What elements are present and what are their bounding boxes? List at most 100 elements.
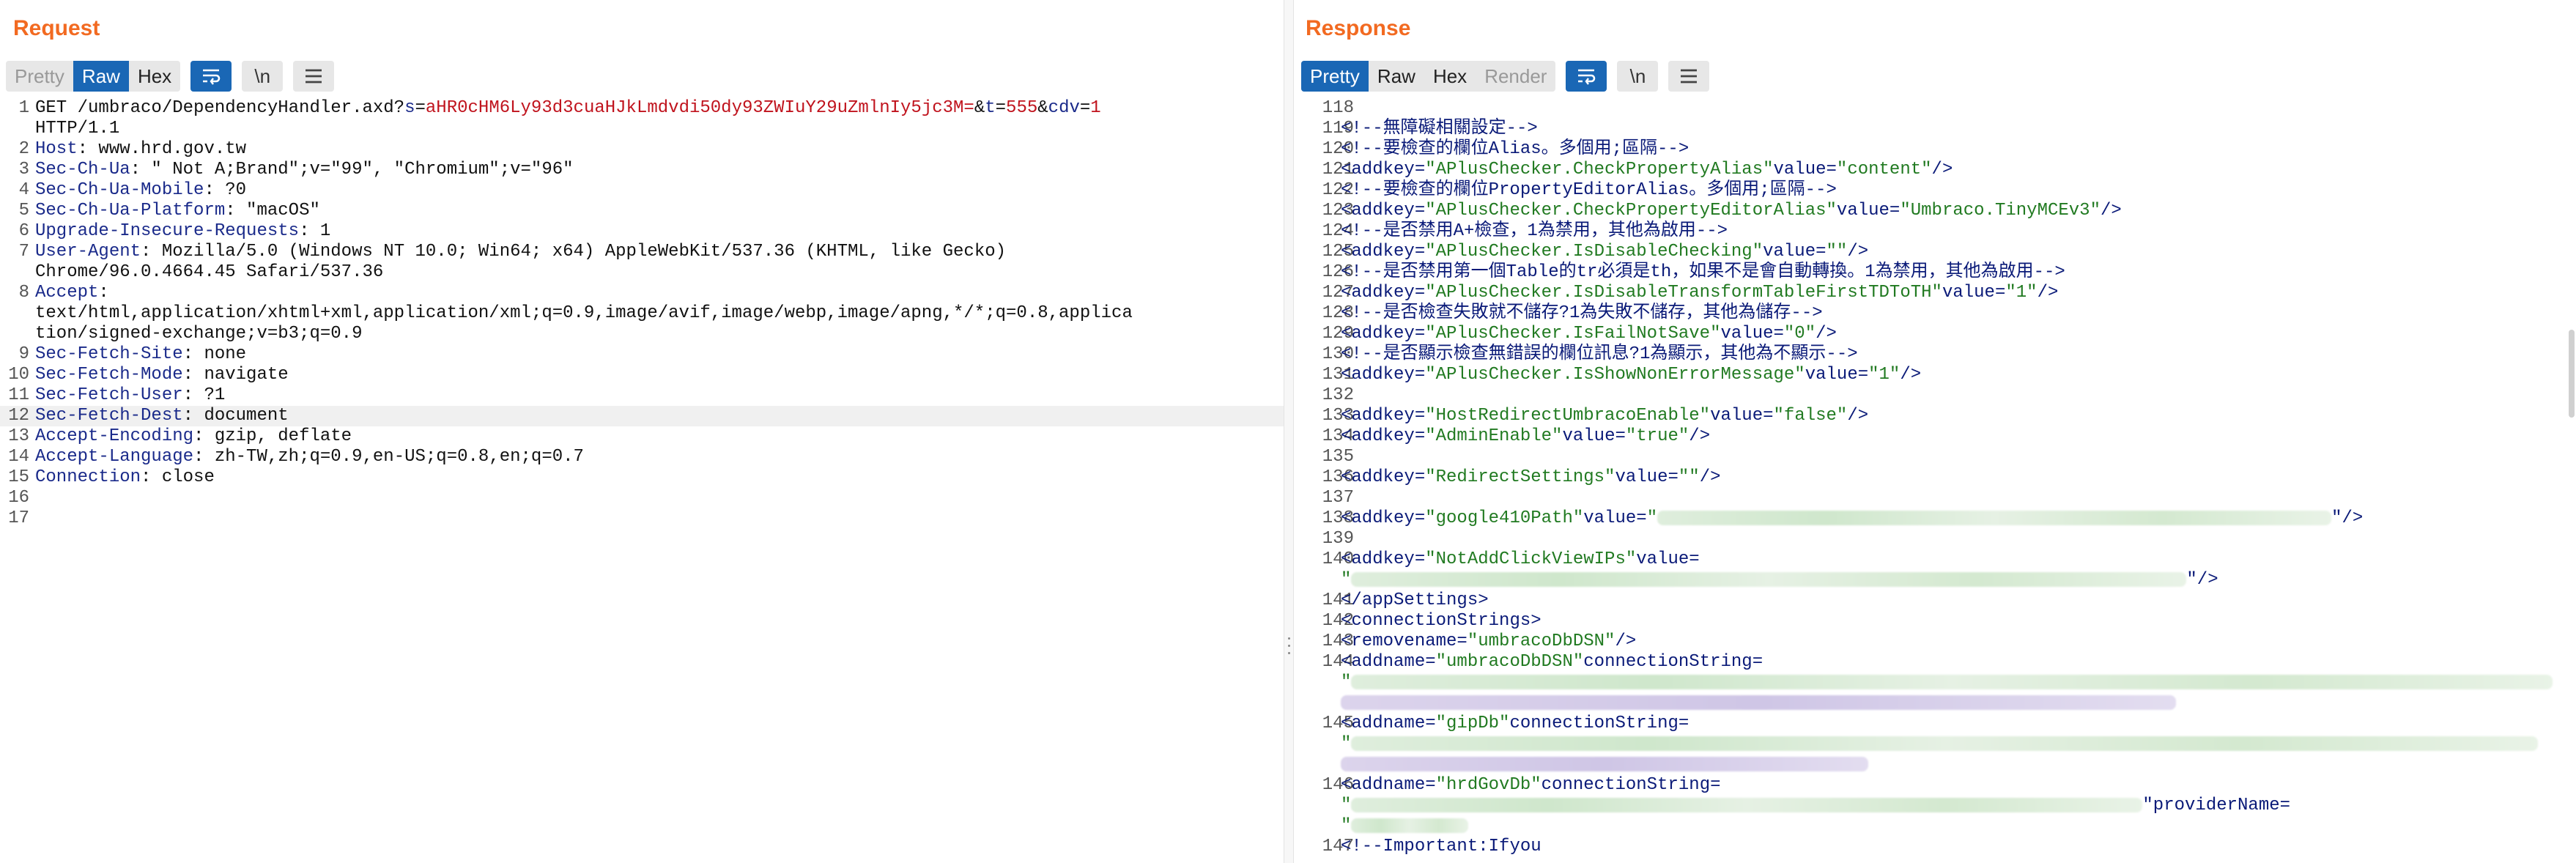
- code-line[interactable]: 123 <addkey="APlusChecker.CheckPropertyEd…: [1294, 201, 2576, 221]
- code-line[interactable]: HTTP/1.1: [0, 119, 1284, 139]
- code-line[interactable]: 10 Sec-Fetch-Mode: navigate: [0, 365, 1284, 385]
- response-editor[interactable]: 118 119 <!--無障礙相關設定--> 120 <!--要檢查的欄位Alias。多…: [1294, 98, 2576, 863]
- code-line[interactable]: 127 <addkey="APlusChecker.IsDisableTransf…: [1294, 283, 2576, 303]
- code-line[interactable]: 144 <addname="umbracoDbDSN"connectionStri…: [1294, 652, 2576, 673]
- line-content: <addkey="APlusChecker.IsFailNotSave"valu…: [1341, 324, 1837, 344]
- code-line[interactable]: " "providerName=: [1294, 796, 2576, 816]
- line-content: Accept:: [35, 283, 109, 303]
- code-line[interactable]: 118: [1294, 98, 2576, 119]
- code-line[interactable]: 124 <!--是否禁用A+檢查，1為禁用，其他為啟用-->: [1294, 221, 2576, 242]
- line-content: <addkey="google410Path"value=" "/>: [1341, 508, 2363, 529]
- code-line[interactable]: [1294, 755, 2576, 775]
- line-content: <!--要檢查的欄位PropertyEditorAlias。多個用;區隔-->: [1341, 180, 1837, 201]
- code-line[interactable]: 128 <!--是否檢查失敗就不儲存?1為失敗不儲存，其他為儲存-->: [1294, 303, 2576, 324]
- newline-toggle-icon[interactable]: \n: [1617, 61, 1659, 92]
- code-line[interactable]: 145 <addname="gipDb"connectionString=: [1294, 714, 2576, 734]
- code-line[interactable]: 131 <addkey="APlusChecker.IsShowNonErrorM…: [1294, 365, 2576, 385]
- response-scrollbar[interactable]: [2569, 330, 2575, 418]
- code-line[interactable]: 4 Sec-Ch-Ua-Mobile: ?0: [0, 180, 1284, 201]
- code-line[interactable]: 3 Sec-Ch-Ua: " Not A;Brand";v="99", "Chro…: [0, 160, 1284, 180]
- code-line[interactable]: 136 <addkey="RedirectSettings"value=""/>: [1294, 467, 2576, 488]
- code-line[interactable]: 9 Sec-Fetch-Site: none: [0, 344, 1284, 365]
- code-line[interactable]: 1 GET /umbraco/DependencyHandler.axd?s=aH…: [0, 98, 1284, 119]
- code-line[interactable]: 146 <addname="hrdGovDb"connectionString=: [1294, 775, 2576, 796]
- code-line[interactable]: ": [1294, 734, 2576, 755]
- code-line[interactable]: 125 <addkey="APlusChecker.IsDisableChecki…: [1294, 242, 2576, 262]
- code-line[interactable]: 121 <addkey="APlusChecker.CheckPropertyAl…: [1294, 160, 2576, 180]
- code-token: 1: [1090, 98, 1101, 118]
- request-editor[interactable]: 1 GET /umbraco/DependencyHandler.axd?s=aH…: [0, 98, 1284, 863]
- code-line[interactable]: 138 <addkey="google410Path"value=" "/>: [1294, 508, 2576, 529]
- code-token: value=: [1636, 549, 1700, 569]
- tab-raw[interactable]: Raw: [73, 61, 129, 92]
- wrap-lines-icon[interactable]: [190, 61, 232, 92]
- code-line[interactable]: 119 <!--無障礙相關設定-->: [1294, 119, 2576, 139]
- code-line[interactable]: 132: [1294, 385, 2576, 406]
- code-line[interactable]: [1294, 693, 2576, 714]
- code-line[interactable]: 139: [1294, 529, 2576, 549]
- code-line[interactable]: 16: [0, 488, 1284, 508]
- line-number: 2: [18, 139, 29, 159]
- code-line[interactable]: 6 Upgrade-Insecure-Requests: 1: [0, 221, 1284, 242]
- pane-divider[interactable]: [1284, 0, 1294, 863]
- code-line[interactable]: 135: [1294, 447, 2576, 467]
- tab-hex[interactable]: Hex: [1424, 61, 1476, 92]
- code-token: Sec-Ch-Ua-Mobile: [35, 180, 204, 200]
- code-line[interactable]: Chrome/96.0.4664.45 Safari/537.36: [0, 262, 1284, 283]
- code-line[interactable]: 142 <connectionStrings>: [1294, 611, 2576, 631]
- code-line[interactable]: 129 <addkey="APlusChecker.IsFailNotSave"v…: [1294, 324, 2576, 344]
- code-line[interactable]: " "/>: [1294, 570, 2576, 590]
- line-content: <addname="hrdGovDb"connectionString=: [1341, 775, 1721, 796]
- line-number: 14: [8, 447, 29, 467]
- menu-icon[interactable]: [1668, 61, 1710, 92]
- menu-icon[interactable]: [293, 61, 335, 92]
- code-line[interactable]: 141 </appSettings>: [1294, 590, 2576, 611]
- tab-raw[interactable]: Raw: [1369, 61, 1424, 92]
- code-line[interactable]: 13 Accept-Encoding: gzip, deflate: [0, 426, 1284, 447]
- code-line[interactable]: 17: [0, 508, 1284, 529]
- code-line[interactable]: 137: [1294, 488, 2576, 508]
- line-content: Upgrade-Insecure-Requests: 1: [35, 221, 330, 242]
- code-line[interactable]: 7 User-Agent: Mozilla/5.0 (Windows NT 10.…: [0, 242, 1284, 262]
- code-line[interactable]: text/html,application/xhtml+xml,applicat…: [0, 303, 1284, 324]
- code-line[interactable]: 147 <!--Important:Ifyou: [1294, 837, 2576, 857]
- code-token: "providerName=: [2142, 796, 2291, 815]
- code-token: "false": [1773, 406, 1848, 426]
- code-line[interactable]: 134 <addkey="AdminEnable"value="true"/>: [1294, 426, 2576, 447]
- code-token: &: [974, 98, 985, 118]
- code-token: />: [1689, 426, 1711, 446]
- wrap-lines-icon[interactable]: [1566, 61, 1607, 92]
- divider-grip-icon[interactable]: [1288, 637, 1291, 667]
- code-line[interactable]: 133 <addkey="HostRedirectUmbracoEnable"va…: [1294, 406, 2576, 426]
- code-line[interactable]: 120 <!--要檢查的欄位Alias。多個用;區隔-->: [1294, 139, 2576, 160]
- code-token: "0": [1783, 324, 1816, 344]
- tab-render[interactable]: Render: [1476, 61, 1555, 92]
- code-line[interactable]: 5 Sec-Ch-Ua-Platform: "macOS": [0, 201, 1284, 221]
- code-line[interactable]: 122 <!--要檢查的欄位PropertyEditorAlias。多個用;區隔-…: [1294, 180, 2576, 201]
- line-content: Host: www.hrd.gov.tw: [35, 139, 246, 160]
- redacted-value: [1351, 736, 2539, 751]
- code-line[interactable]: ": [1294, 673, 2576, 693]
- code-token: Chrome/96.0.4664.45 Safari/537.36: [35, 262, 384, 282]
- code-token: s: [404, 98, 415, 118]
- code-token: aHR0cHM6Ly93d3cuaHJkLmdvdi50dy93ZWIuY29u…: [425, 98, 974, 118]
- code-line[interactable]: 140 <addkey="NotAddClickViewIPs"value=: [1294, 549, 2576, 570]
- tab-hex[interactable]: Hex: [129, 61, 180, 92]
- code-line[interactable]: 2 Host: www.hrd.gov.tw: [0, 139, 1284, 160]
- code-line[interactable]: tion/signed-exchange;v=b3;q=0.9: [0, 324, 1284, 344]
- code-line[interactable]: 143 <removename="umbracoDbDSN"/>: [1294, 631, 2576, 652]
- tab-pretty[interactable]: Pretty: [1301, 61, 1369, 92]
- code-line[interactable]: 14 Accept-Language: zh-TW,zh;q=0.9,en-US;…: [0, 447, 1284, 467]
- code-line[interactable]: ": [1294, 816, 2576, 837]
- code-line[interactable]: 11 Sec-Fetch-User: ?1: [0, 385, 1284, 406]
- code-line[interactable]: 12 Sec-Fetch-Dest: document: [0, 406, 1284, 426]
- line-content: <addname="umbracoDbDSN"connectionString=: [1341, 652, 1763, 673]
- code-line[interactable]: 130 <!--是否顯示檢查無錯誤的欄位訊息?1為顯示，其他為不顯示-->: [1294, 344, 2576, 365]
- code-line[interactable]: 15 Connection: close: [0, 467, 1284, 488]
- code-line[interactable]: 126 <!--是否禁用第一個Table的tr必須是th，如果不是會自動轉換。1為…: [1294, 262, 2576, 283]
- code-line[interactable]: 8 Accept:: [0, 283, 1284, 303]
- newline-toggle-icon[interactable]: \n: [242, 61, 284, 92]
- code-token: ": [1646, 508, 1658, 528]
- tab-pretty[interactable]: Pretty: [6, 61, 73, 92]
- code-token: : www.hrd.gov.tw: [77, 139, 247, 159]
